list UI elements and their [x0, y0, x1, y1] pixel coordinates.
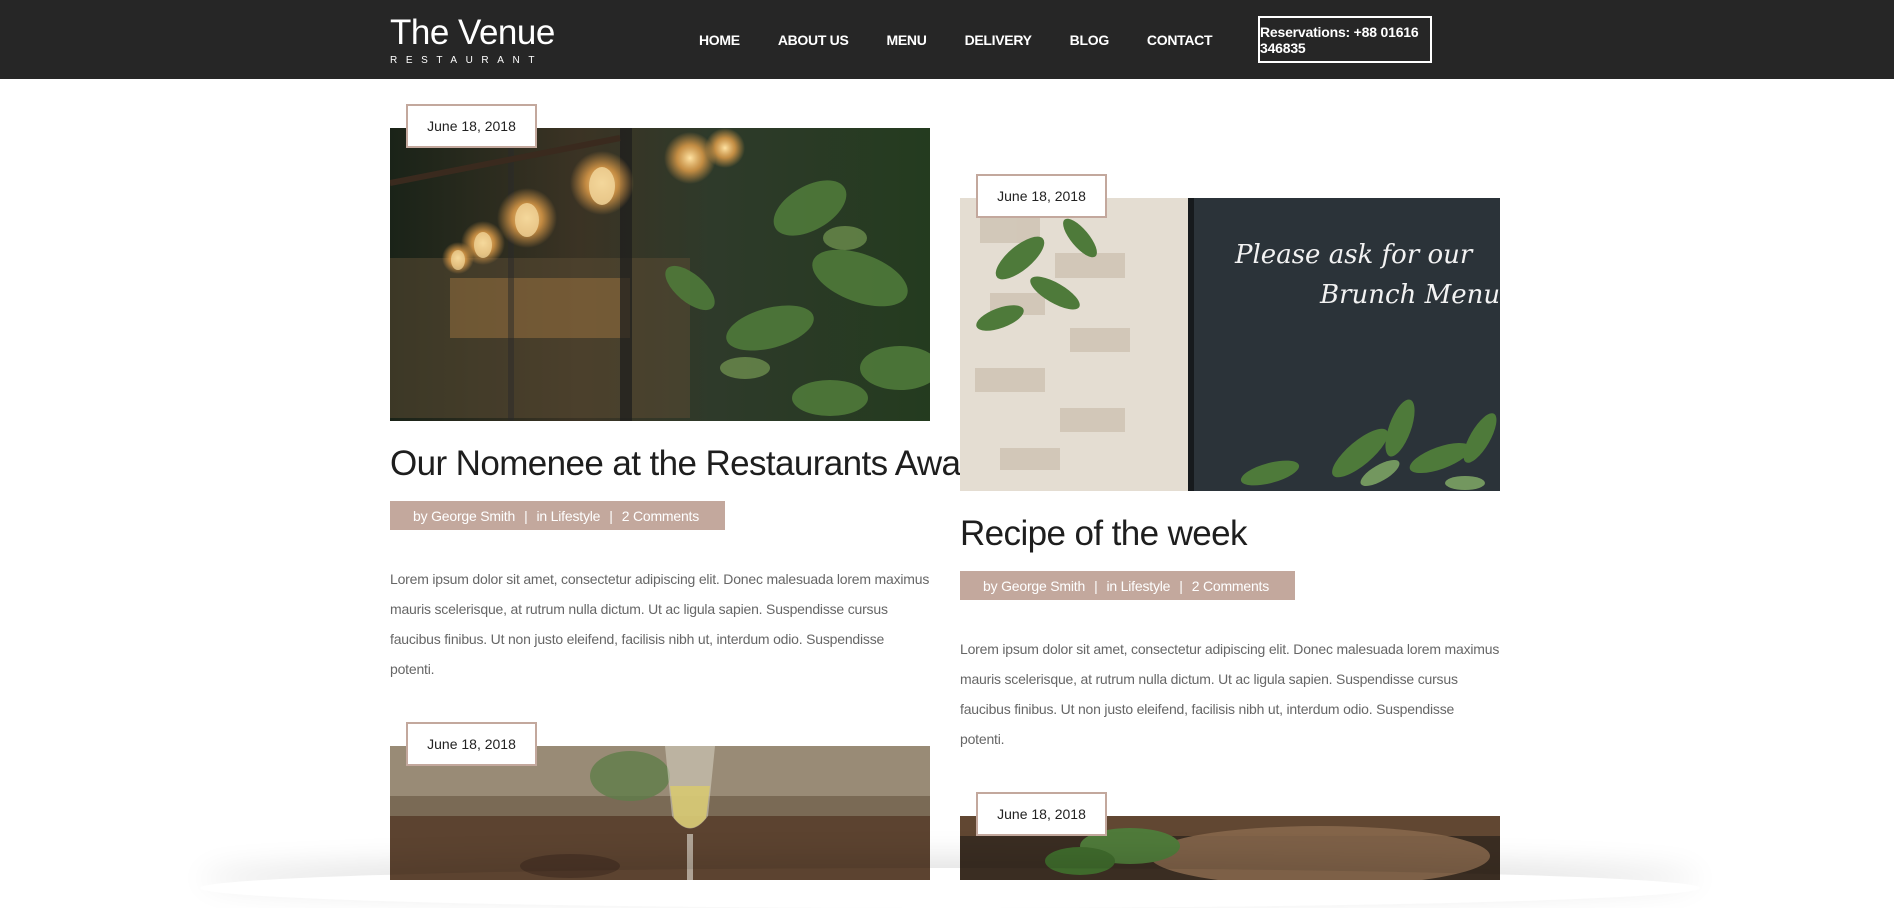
post-date: June 18, 2018: [976, 174, 1107, 218]
reservations-button[interactable]: Reservations: +88 01616 346835: [1258, 16, 1432, 63]
nav-home[interactable]: HOME: [699, 32, 740, 48]
site-header: The Venue RESTAURANT HOME ABOUT US MENU …: [0, 0, 1894, 79]
logo-title: The Venue: [390, 13, 555, 52]
post-category[interactable]: in Lifestyle: [1107, 578, 1171, 594]
post-category[interactable]: in Lifestyle: [537, 508, 601, 524]
post-title[interactable]: Our Nomenee at the Restaurants Awards: [390, 444, 1008, 484]
logo-subtitle: RESTAURANT: [390, 55, 544, 66]
post-title[interactable]: Recipe of the week: [960, 514, 1247, 554]
nav-menu[interactable]: MENU: [887, 32, 927, 48]
footer-shadow: [200, 868, 1700, 908]
post-meta: by George Smith | in Lifestyle | 2 Comme…: [960, 571, 1296, 600]
post-date: June 18, 2018: [976, 792, 1107, 836]
post-comments[interactable]: 2 Comments: [1192, 578, 1270, 594]
post-excerpt: Lorem ipsum dolor sit amet, consectetur …: [960, 641, 1500, 747]
restaurant-interior-bulbs-image[interactable]: [390, 128, 930, 421]
post-excerpt: Lorem ipsum dolor sit amet, consectetur …: [390, 571, 930, 677]
nav-delivery[interactable]: DELIVERY: [965, 32, 1032, 48]
nav-blog[interactable]: BLOG: [1070, 32, 1110, 48]
logo[interactable]: The Venue RESTAURANT: [390, 13, 555, 67]
nav-contact[interactable]: CONTACT: [1147, 32, 1213, 48]
post-date: June 18, 2018: [406, 722, 537, 766]
nav-about-us[interactable]: ABOUT US: [778, 32, 849, 48]
post-date: June 18, 2018: [406, 104, 537, 148]
post-meta: by George Smith | in Lifestyle | 2 Comme…: [390, 501, 726, 530]
post-author[interactable]: by George Smith: [983, 578, 1085, 594]
post-author[interactable]: by George Smith: [413, 508, 515, 524]
chalkboard-brick-wall-image[interactable]: Please ask for our Brunch Menu!: [960, 198, 1500, 491]
post-comments[interactable]: 2 Comments: [622, 508, 700, 524]
wine-glass-table-image[interactable]: [390, 746, 930, 880]
main-nav: HOME ABOUT US MENU DELIVERY BLOG CONTACT: [680, 0, 1231, 79]
